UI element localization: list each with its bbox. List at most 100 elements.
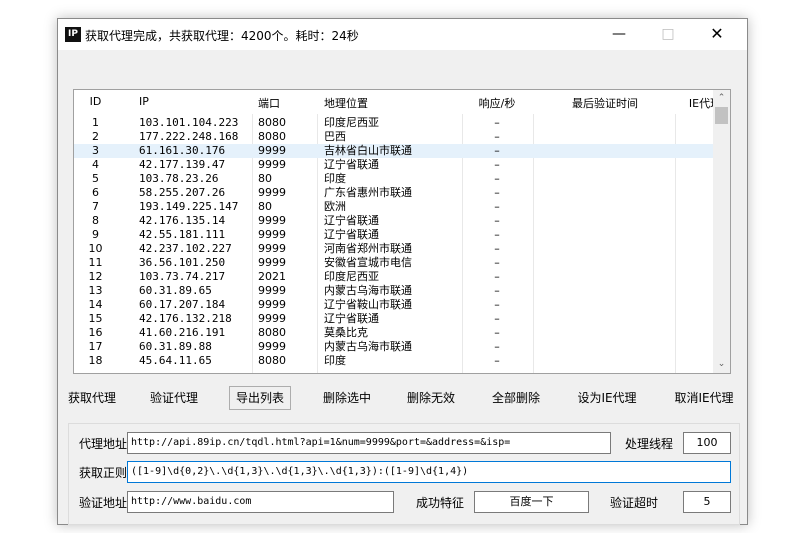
table-row[interactable]: 5 103.78.23.26 80 印度 – bbox=[74, 172, 714, 186]
cell-ip: 60.31.89.65 bbox=[139, 284, 212, 297]
cell-response: – bbox=[494, 130, 500, 143]
regex-field[interactable]: ([1-9]\d{0,2}\.\d{1,3}\.\d{1,3}\.\d{1,3}… bbox=[127, 461, 731, 483]
success-feature-field[interactable]: 百度一下 bbox=[474, 491, 589, 513]
vertical-scrollbar[interactable]: ⌃ ⌄ bbox=[713, 90, 730, 373]
cell-response: – bbox=[494, 298, 500, 311]
cell-id: 9 bbox=[92, 228, 99, 241]
cell-ip: 42.55.181.111 bbox=[139, 228, 226, 241]
cancel-ie-proxy-button[interactable]: 取消IE代理 bbox=[663, 386, 745, 410]
table-row[interactable]: 9 42.55.181.111 9999 辽宁省联通 – bbox=[74, 228, 714, 242]
table-row[interactable]: 8 42.176.135.14 9999 辽宁省联通 – bbox=[74, 214, 714, 228]
cell-response: – bbox=[494, 144, 500, 157]
table-row[interactable]: 14 60.17.207.184 9999 辽宁省鞍山市联通 – bbox=[74, 298, 714, 312]
cell-port: 9999 bbox=[258, 214, 286, 227]
cell-port: 8080 bbox=[258, 326, 286, 339]
cell-ip: 36.56.101.250 bbox=[139, 256, 226, 269]
close-button[interactable]: ✕ bbox=[695, 23, 739, 45]
cell-location: 辽宁省鞍山市联通 bbox=[324, 298, 412, 311]
cell-id: 11 bbox=[88, 256, 103, 269]
cell-response: – bbox=[494, 172, 500, 185]
cell-port: 9999 bbox=[258, 186, 286, 199]
delete-selected-button[interactable]: 删除选中 bbox=[314, 386, 380, 410]
table-row[interactable]: 6 58.255.207.26 9999 广东省惠州市联通 – bbox=[74, 186, 714, 200]
title-bar[interactable]: IP 获取代理完成，共获取代理：4200个。耗时：24秒 — □ ✕ bbox=[58, 19, 747, 50]
scroll-down-icon[interactable]: ⌄ bbox=[713, 356, 730, 373]
header-port[interactable]: 端口 bbox=[258, 95, 280, 111]
table-row[interactable]: 16 41.60.216.191 8080 莫桑比克 – bbox=[74, 326, 714, 340]
cell-id: 3 bbox=[92, 144, 99, 157]
cell-ip: 103.78.23.26 bbox=[139, 172, 219, 185]
cell-response: – bbox=[494, 340, 500, 353]
proxy-table[interactable]: ID IP 端口 地理位置 响应/秒 最后验证时间 IE代理 1 103.101.… bbox=[73, 89, 731, 374]
cell-id: 4 bbox=[92, 158, 99, 171]
cell-response: – bbox=[494, 186, 500, 199]
scroll-thumb[interactable] bbox=[715, 107, 728, 124]
app-icon: IP bbox=[65, 27, 81, 42]
table-row[interactable]: 10 42.237.102.227 9999 河南省郑州市联通 – bbox=[74, 242, 714, 256]
cell-ip: 42.177.139.47 bbox=[139, 158, 226, 171]
proxy-url-field[interactable]: http://api.89ip.cn/tqdl.html?api=1&num=9… bbox=[127, 432, 611, 454]
minimize-button[interactable]: — bbox=[597, 23, 641, 45]
cell-port: 8080 bbox=[258, 130, 286, 143]
table-row[interactable]: 17 60.31.89.88 9999 内蒙古乌海市联通 – bbox=[74, 340, 714, 354]
cell-location: 印度 bbox=[324, 354, 346, 367]
table-body: 1 103.101.104.223 8080 印度尼西亚 –2 177.222.248.1… bbox=[74, 116, 714, 373]
table-row[interactable]: 13 60.31.89.65 9999 内蒙古乌海市联通 – bbox=[74, 284, 714, 298]
table-row[interactable]: 4 42.177.139.47 9999 辽宁省联通 – bbox=[74, 158, 714, 172]
cell-location: 辽宁省联通 bbox=[324, 228, 379, 241]
cell-ip: 177.222.248.168 bbox=[139, 130, 239, 143]
main-window: IP 获取代理完成，共获取代理：4200个。耗时：24秒 — □ ✕ ID IP… bbox=[57, 18, 748, 525]
export-list-button[interactable]: 导出列表 bbox=[229, 386, 291, 410]
cell-location: 辽宁省联通 bbox=[324, 214, 379, 227]
cell-port: 9999 bbox=[258, 340, 286, 353]
verify-timeout-label: 验证超时 bbox=[610, 496, 659, 510]
table-row[interactable]: 11 36.56.101.250 9999 安徽省宣城市电信 – bbox=[74, 256, 714, 270]
maximize-button[interactable]: □ bbox=[646, 23, 690, 45]
success-feature-label: 成功特征 bbox=[416, 496, 465, 510]
cell-response: – bbox=[494, 256, 500, 269]
delete-all-button[interactable]: 全部删除 bbox=[483, 386, 549, 410]
table-row[interactable]: 18 45.64.11.65 8080 印度 – bbox=[74, 354, 714, 368]
table-row[interactable]: 12 103.73.74.217 2021 印度尼西亚 – bbox=[74, 270, 714, 284]
cell-response: – bbox=[494, 270, 500, 283]
cell-port: 9999 bbox=[258, 144, 286, 157]
threads-field[interactable]: 100 bbox=[683, 432, 731, 454]
header-ip[interactable]: IP bbox=[139, 95, 149, 108]
delete-invalid-button[interactable]: 删除无效 bbox=[398, 386, 464, 410]
cell-port: 9999 bbox=[258, 298, 286, 311]
cell-id: 1 bbox=[92, 116, 99, 129]
cell-id: 15 bbox=[88, 312, 103, 325]
verify-proxy-button[interactable]: 验证代理 bbox=[141, 386, 207, 410]
cell-port: 80 bbox=[258, 172, 272, 185]
header-response[interactable]: 响应/秒 bbox=[462, 95, 532, 111]
cell-id: 2 bbox=[92, 130, 99, 143]
cell-ip: 193.149.225.147 bbox=[139, 200, 239, 213]
verify-timeout-field[interactable]: 5 bbox=[683, 491, 731, 513]
fetch-proxy-button[interactable]: 获取代理 bbox=[62, 386, 122, 410]
header-location[interactable]: 地理位置 bbox=[324, 95, 368, 111]
cell-ip: 45.64.11.65 bbox=[139, 354, 212, 367]
cell-response: – bbox=[494, 242, 500, 255]
cell-response: – bbox=[494, 228, 500, 241]
cell-response: – bbox=[494, 326, 500, 339]
table-row[interactable]: 15 42.176.132.218 9999 辽宁省联通 – bbox=[74, 312, 714, 326]
cell-id: 5 bbox=[92, 172, 99, 185]
cell-id: 7 bbox=[92, 200, 99, 213]
cell-port: 80 bbox=[258, 200, 272, 213]
header-last-check[interactable]: 最后验证时间 bbox=[534, 95, 676, 111]
header-id[interactable]: ID bbox=[74, 95, 117, 108]
cell-location: 辽宁省联通 bbox=[324, 312, 379, 325]
cell-port: 9999 bbox=[258, 256, 286, 269]
cell-response: – bbox=[494, 354, 500, 367]
scroll-up-icon[interactable]: ⌃ bbox=[713, 90, 730, 107]
cell-ip: 41.60.216.191 bbox=[139, 326, 226, 339]
cell-id: 17 bbox=[88, 340, 103, 353]
cell-location: 安徽省宣城市电信 bbox=[324, 256, 412, 269]
verify-url-field[interactable]: http://www.baidu.com bbox=[127, 491, 394, 513]
set-ie-proxy-button[interactable]: 设为IE代理 bbox=[567, 386, 647, 410]
table-row[interactable]: 3 61.161.30.176 9999 吉林省白山市联通 – bbox=[74, 144, 714, 158]
cell-response: – bbox=[494, 116, 500, 129]
table-row[interactable]: 1 103.101.104.223 8080 印度尼西亚 – bbox=[74, 116, 714, 130]
table-row[interactable]: 2 177.222.248.168 8080 巴西 – bbox=[74, 130, 714, 144]
table-row[interactable]: 7 193.149.225.147 80 欧洲 – bbox=[74, 200, 714, 214]
